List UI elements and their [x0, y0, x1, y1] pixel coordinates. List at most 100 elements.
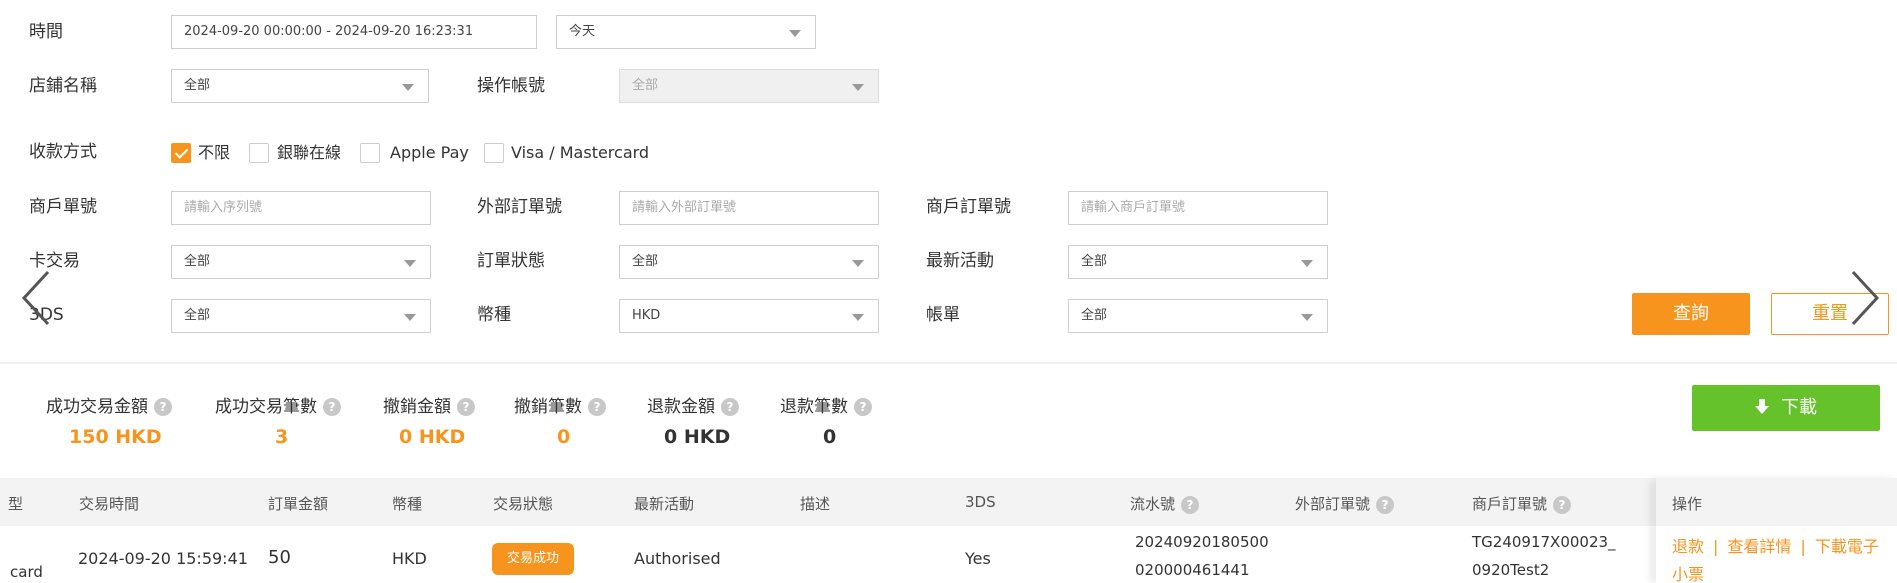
order-status-select[interactable]: 全部 — [619, 245, 879, 279]
operator-label: 操作帳號 — [477, 76, 545, 96]
cell-merchant-order-line2: 0920Test2 — [1472, 561, 1550, 579]
column-header-amount[interactable]: 訂單金額 — [268, 493, 328, 514]
query-button[interactable]: 查詢 — [1632, 293, 1750, 335]
filter-panel: 時間 2024-09-20 00:00:00 - 2024-09-20 16:2… — [0, 0, 1897, 362]
cell-time: 2024-09-20 15:59:41 — [78, 549, 248, 568]
chevron-down-icon — [852, 84, 864, 91]
chevron-down-icon — [402, 84, 414, 91]
help-icon[interactable]: ? — [457, 398, 475, 416]
chevron-down-icon — [404, 314, 416, 321]
stat-void-amount-value: 0 HKD — [399, 426, 466, 448]
card-tx-value: 全部 — [184, 254, 211, 269]
column-header-merchant-order[interactable]: 商戶訂單號? — [1472, 493, 1572, 514]
transaction-query-page: 時間 2024-09-20 00:00:00 - 2024-09-20 16:2… — [0, 0, 1897, 583]
currency-label: 幣種 — [477, 305, 511, 325]
view-details-link[interactable]: 查看詳情 — [1727, 537, 1791, 556]
card-tx-select[interactable]: 全部 — [171, 245, 431, 279]
chevron-down-icon — [1301, 260, 1313, 267]
column-header-status[interactable]: 交易狀態 — [493, 493, 553, 514]
merchant-order-input[interactable]: 請輸入商戶訂單號 — [1068, 191, 1328, 225]
stat-refund-count-value: 0 — [823, 426, 837, 448]
cell-actions: 退款 | 查看詳情 | 下載電子小票 — [1672, 537, 1879, 583]
stat-refund-amount-value: 0 HKD — [664, 426, 731, 448]
stat-void-amount-label: 撤銷金額? — [383, 392, 475, 417]
column-header-time[interactable]: 交易時間 — [79, 493, 139, 514]
payment-unionpay-checkbox[interactable] — [249, 143, 269, 163]
time-preset-select[interactable]: 今天 — [556, 15, 816, 49]
cell-3ds: Yes — [965, 549, 991, 568]
status-badge: 交易成功 — [492, 543, 574, 575]
operator-select: 全部 — [619, 69, 879, 103]
operator-value: 全部 — [632, 78, 659, 93]
external-order-input[interactable]: 請輸入外部訂單號 — [619, 191, 879, 225]
help-icon[interactable]: ? — [1376, 495, 1395, 514]
currency-value: HKD — [632, 308, 661, 323]
help-icon[interactable]: ? — [1181, 495, 1200, 514]
stat-refund-amount-label: 退款金額? — [647, 392, 739, 417]
latest-activity-value: 全部 — [1081, 254, 1108, 269]
payment-visa-checkbox[interactable] — [484, 143, 504, 163]
chevron-down-icon — [852, 260, 864, 267]
download-button[interactable]: 下載 — [1692, 385, 1880, 431]
chevron-down-icon — [1301, 314, 1313, 321]
stat-refund-count-label: 退款筆數? — [780, 392, 872, 417]
column-header-serial[interactable]: 流水號? — [1130, 493, 1200, 514]
help-icon[interactable]: ? — [154, 398, 172, 416]
stat-success-count-label: 成功交易筆數? — [215, 392, 341, 417]
payment-any-label: 不限 — [198, 143, 231, 162]
download-icon — [1755, 399, 1769, 415]
bill-label: 帳單 — [926, 305, 960, 325]
column-header-latest-activity[interactable]: 最新活動 — [634, 493, 694, 514]
time-range-input[interactable]: 2024-09-20 00:00:00 - 2024-09-20 16:23:3… — [171, 15, 537, 49]
help-icon[interactable]: ? — [854, 398, 872, 416]
column-header-description[interactable]: 描述 — [800, 493, 830, 514]
bill-value: 全部 — [1081, 308, 1108, 323]
cell-currency: HKD — [392, 549, 427, 568]
time-label: 時間 — [29, 22, 63, 42]
cell-serial-line2: 020000461441 — [1135, 561, 1250, 579]
cell-serial-line1: 20240920180500 — [1135, 533, 1269, 551]
stat-success-amount-label: 成功交易金額? — [46, 392, 172, 417]
help-icon[interactable]: ? — [1553, 495, 1572, 514]
help-icon[interactable]: ? — [323, 398, 341, 416]
payment-any-checkbox[interactable] — [171, 143, 191, 163]
column-header-external-order[interactable]: 外部訂單號? — [1295, 493, 1395, 514]
chevron-down-icon — [789, 30, 801, 37]
payment-label: 收款方式 — [29, 142, 97, 162]
payment-applepay-checkbox[interactable] — [360, 143, 380, 163]
refund-link[interactable]: 退款 — [1672, 537, 1704, 556]
stat-success-amount-value: 150 HKD — [69, 426, 162, 448]
order-status-value: 全部 — [632, 254, 659, 269]
column-header-3ds[interactable]: 3DS — [965, 493, 996, 511]
latest-activity-label: 最新活動 — [926, 251, 994, 271]
store-label: 店鋪名稱 — [29, 76, 97, 96]
order-status-label: 訂單狀態 — [477, 251, 545, 271]
payment-visa-label: Visa / Mastercard — [511, 143, 650, 162]
threeds-value: 全部 — [184, 308, 211, 323]
help-icon[interactable]: ? — [588, 398, 606, 416]
chevron-right-icon[interactable] — [1849, 268, 1881, 328]
currency-select[interactable]: HKD — [619, 299, 879, 333]
cell-merchant-order-line1: TG240917X00023_ — [1472, 533, 1616, 551]
payment-unionpay-label: 銀聯在線 — [277, 143, 342, 162]
cell-latest-activity: Authorised — [634, 549, 721, 568]
threeds-select[interactable]: 全部 — [171, 299, 431, 333]
latest-activity-select[interactable]: 全部 — [1068, 245, 1328, 279]
merchant-order-label: 商戶訂單號 — [926, 197, 1011, 217]
cell-amount: 50 — [268, 547, 291, 568]
payment-applepay-label: Apple Pay — [390, 143, 469, 162]
chevron-down-icon — [852, 314, 864, 321]
chevron-left-icon[interactable] — [20, 268, 52, 328]
download-label: 下載 — [1781, 397, 1817, 418]
store-value: 全部 — [184, 78, 211, 93]
store-select[interactable]: 全部 — [171, 69, 429, 103]
help-icon[interactable]: ? — [721, 398, 739, 416]
merchant-no-label: 商戶單號 — [29, 197, 97, 217]
chevron-down-icon — [404, 260, 416, 267]
section-divider — [0, 362, 1897, 364]
merchant-no-input[interactable]: 請輸入序列號 — [171, 191, 431, 225]
column-header-type-fragment: 型 — [8, 495, 24, 513]
column-header-currency[interactable]: 幣種 — [392, 493, 422, 514]
bill-select[interactable]: 全部 — [1068, 299, 1328, 333]
stat-success-count-value: 3 — [275, 426, 289, 448]
